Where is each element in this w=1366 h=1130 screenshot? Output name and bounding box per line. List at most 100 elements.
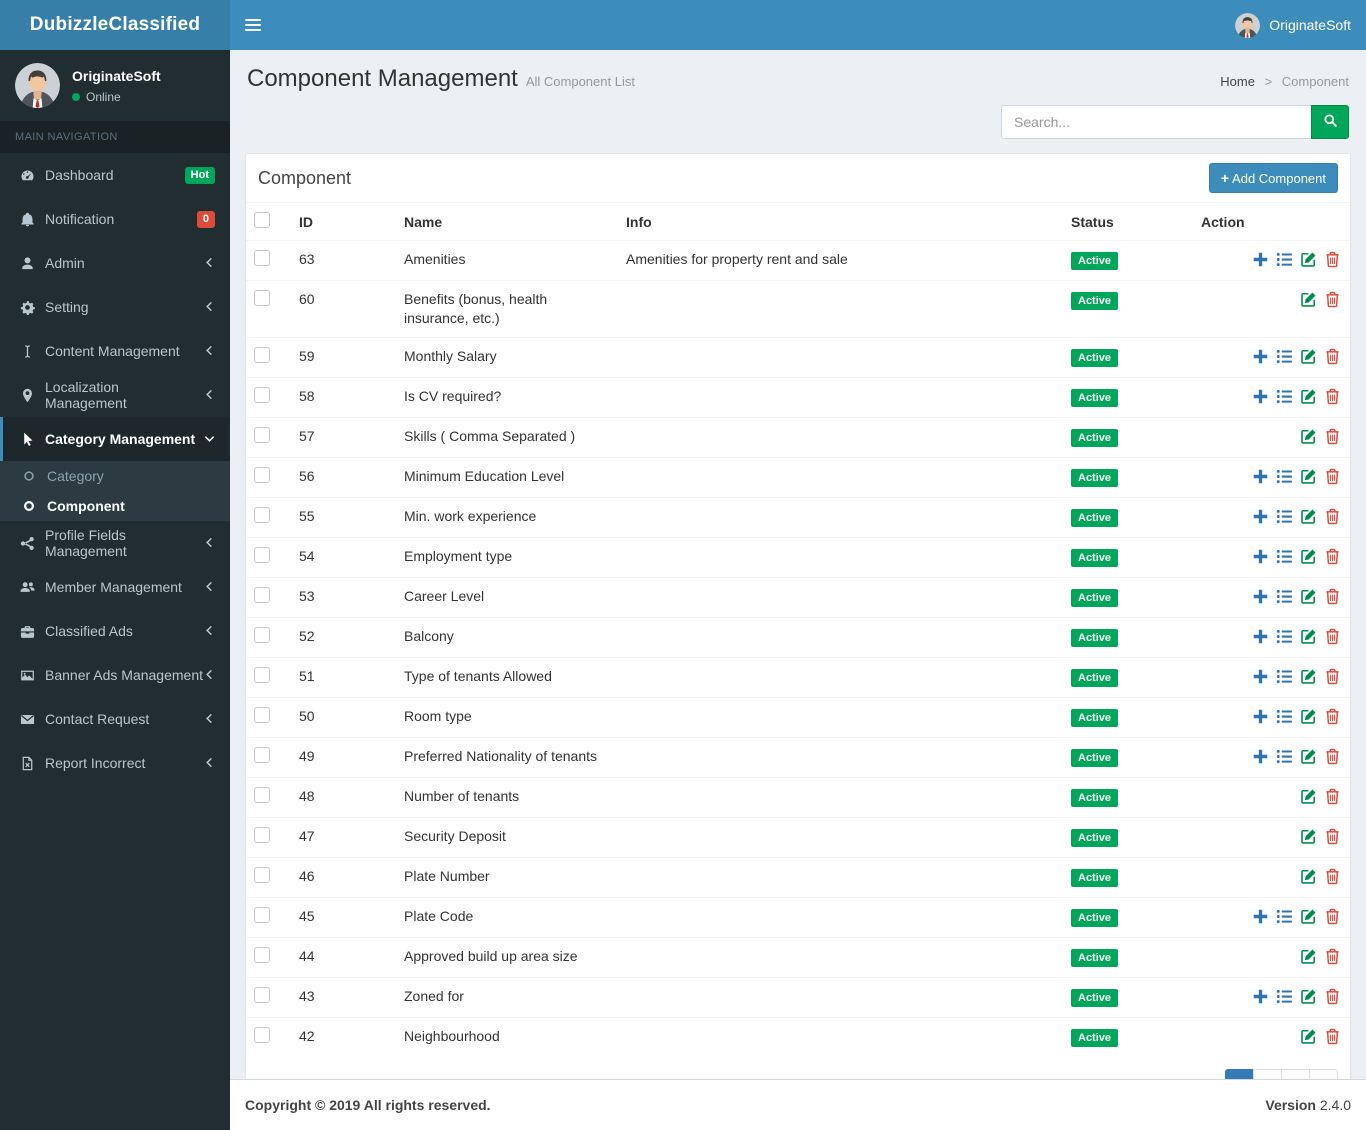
- list-values-button[interactable]: [1276, 388, 1294, 406]
- delete-button[interactable]: [1324, 988, 1342, 1006]
- row-checkbox[interactable]: [254, 987, 270, 1003]
- sidebar-item-profile-fields-management[interactable]: Profile Fields Management: [0, 521, 230, 565]
- row-checkbox[interactable]: [254, 427, 270, 443]
- delete-button[interactable]: [1324, 708, 1342, 726]
- list-values-button[interactable]: [1276, 908, 1294, 926]
- edit-button[interactable]: [1300, 788, 1318, 806]
- edit-button[interactable]: [1300, 868, 1318, 886]
- edit-button[interactable]: [1300, 348, 1318, 366]
- list-values-button[interactable]: [1276, 548, 1294, 566]
- delete-button[interactable]: [1324, 828, 1342, 846]
- edit-button[interactable]: [1300, 468, 1318, 486]
- add-value-button[interactable]: [1252, 468, 1270, 486]
- pagination-next-button[interactable]: »: [1309, 1069, 1338, 1079]
- delete-button[interactable]: [1324, 668, 1342, 686]
- select-all-checkbox[interactable]: [254, 212, 270, 228]
- delete-button[interactable]: [1324, 588, 1342, 606]
- sidebar-item-classified-ads[interactable]: Classified Ads: [0, 609, 230, 653]
- sidebar-toggle-icon[interactable]: [230, 0, 275, 50]
- sidebar-item-contact-request[interactable]: Contact Request: [0, 697, 230, 741]
- row-checkbox[interactable]: [254, 290, 270, 306]
- row-checkbox[interactable]: [254, 250, 270, 266]
- edit-button[interactable]: [1300, 828, 1318, 846]
- delete-button[interactable]: [1324, 908, 1342, 926]
- edit-button[interactable]: [1300, 708, 1318, 726]
- delete-button[interactable]: [1324, 251, 1342, 269]
- delete-button[interactable]: [1324, 948, 1342, 966]
- row-checkbox[interactable]: [254, 1027, 270, 1043]
- brand-logo[interactable]: DubizzleClassified: [0, 0, 230, 50]
- add-value-button[interactable]: [1252, 548, 1270, 566]
- edit-button[interactable]: [1300, 291, 1318, 309]
- add-value-button[interactable]: [1252, 748, 1270, 766]
- breadcrumb-home-link[interactable]: Home: [1220, 74, 1255, 89]
- delete-button[interactable]: [1324, 788, 1342, 806]
- add-value-button[interactable]: [1252, 708, 1270, 726]
- edit-button[interactable]: [1300, 988, 1318, 1006]
- sidebar-item-localization-management[interactable]: Localization Management: [0, 373, 230, 417]
- delete-button[interactable]: [1324, 548, 1342, 566]
- edit-button[interactable]: [1300, 548, 1318, 566]
- list-values-button[interactable]: [1276, 708, 1294, 726]
- add-value-button[interactable]: [1252, 988, 1270, 1006]
- add-value-button[interactable]: [1252, 251, 1270, 269]
- delete-button[interactable]: [1324, 1028, 1342, 1046]
- list-values-button[interactable]: [1276, 668, 1294, 686]
- edit-button[interactable]: [1300, 388, 1318, 406]
- add-value-button[interactable]: [1252, 908, 1270, 926]
- row-checkbox[interactable]: [254, 947, 270, 963]
- add-value-button[interactable]: [1252, 348, 1270, 366]
- list-values-button[interactable]: [1276, 251, 1294, 269]
- delete-button[interactable]: [1324, 748, 1342, 766]
- sidebar-item-dashboard[interactable]: Dashboard Hot: [0, 153, 230, 197]
- add-value-button[interactable]: [1252, 388, 1270, 406]
- add-value-button[interactable]: [1252, 628, 1270, 646]
- delete-button[interactable]: [1324, 291, 1342, 309]
- row-checkbox[interactable]: [254, 787, 270, 803]
- sidebar-item-member-management[interactable]: Member Management: [0, 565, 230, 609]
- add-value-button[interactable]: [1252, 668, 1270, 686]
- edit-button[interactable]: [1300, 508, 1318, 526]
- list-values-button[interactable]: [1276, 508, 1294, 526]
- edit-button[interactable]: [1300, 428, 1318, 446]
- pagination-page-3[interactable]: 3: [1281, 1069, 1310, 1079]
- sidebar-item-report-incorrect[interactable]: Report Incorrect: [0, 741, 230, 785]
- list-values-button[interactable]: [1276, 468, 1294, 486]
- edit-button[interactable]: [1300, 628, 1318, 646]
- add-value-button[interactable]: [1252, 508, 1270, 526]
- pagination-page-1[interactable]: 1: [1225, 1069, 1254, 1079]
- add-component-button[interactable]: + Add Component: [1208, 163, 1338, 193]
- sidebar-item-category-management[interactable]: Category Management: [0, 417, 230, 461]
- sidebar-item-banner-ads-management[interactable]: Banner Ads Management: [0, 653, 230, 697]
- delete-button[interactable]: [1324, 388, 1342, 406]
- delete-button[interactable]: [1324, 348, 1342, 366]
- list-values-button[interactable]: [1276, 748, 1294, 766]
- list-values-button[interactable]: [1276, 628, 1294, 646]
- sidebar-item-admin[interactable]: Admin: [0, 241, 230, 285]
- delete-button[interactable]: [1324, 628, 1342, 646]
- sidebar-item-content-management[interactable]: Content Management: [0, 329, 230, 373]
- list-values-button[interactable]: [1276, 988, 1294, 1006]
- row-checkbox[interactable]: [254, 907, 270, 923]
- delete-button[interactable]: [1324, 868, 1342, 886]
- search-input[interactable]: [1001, 105, 1311, 139]
- sidebar-item-notification[interactable]: Notification 0: [0, 197, 230, 241]
- row-checkbox[interactable]: [254, 707, 270, 723]
- edit-button[interactable]: [1300, 1028, 1318, 1046]
- edit-button[interactable]: [1300, 668, 1318, 686]
- row-checkbox[interactable]: [254, 547, 270, 563]
- sidebar-subitem-component[interactable]: Component: [0, 491, 230, 521]
- list-values-button[interactable]: [1276, 588, 1294, 606]
- delete-button[interactable]: [1324, 428, 1342, 446]
- row-checkbox[interactable]: [254, 467, 270, 483]
- edit-button[interactable]: [1300, 948, 1318, 966]
- pagination-page-2[interactable]: 2: [1253, 1069, 1282, 1079]
- row-checkbox[interactable]: [254, 587, 270, 603]
- row-checkbox[interactable]: [254, 507, 270, 523]
- edit-button[interactable]: [1300, 251, 1318, 269]
- delete-button[interactable]: [1324, 508, 1342, 526]
- sidebar-subitem-category[interactable]: Category: [0, 461, 230, 491]
- row-checkbox[interactable]: [254, 347, 270, 363]
- edit-button[interactable]: [1300, 908, 1318, 926]
- sidebar-item-setting[interactable]: Setting: [0, 285, 230, 329]
